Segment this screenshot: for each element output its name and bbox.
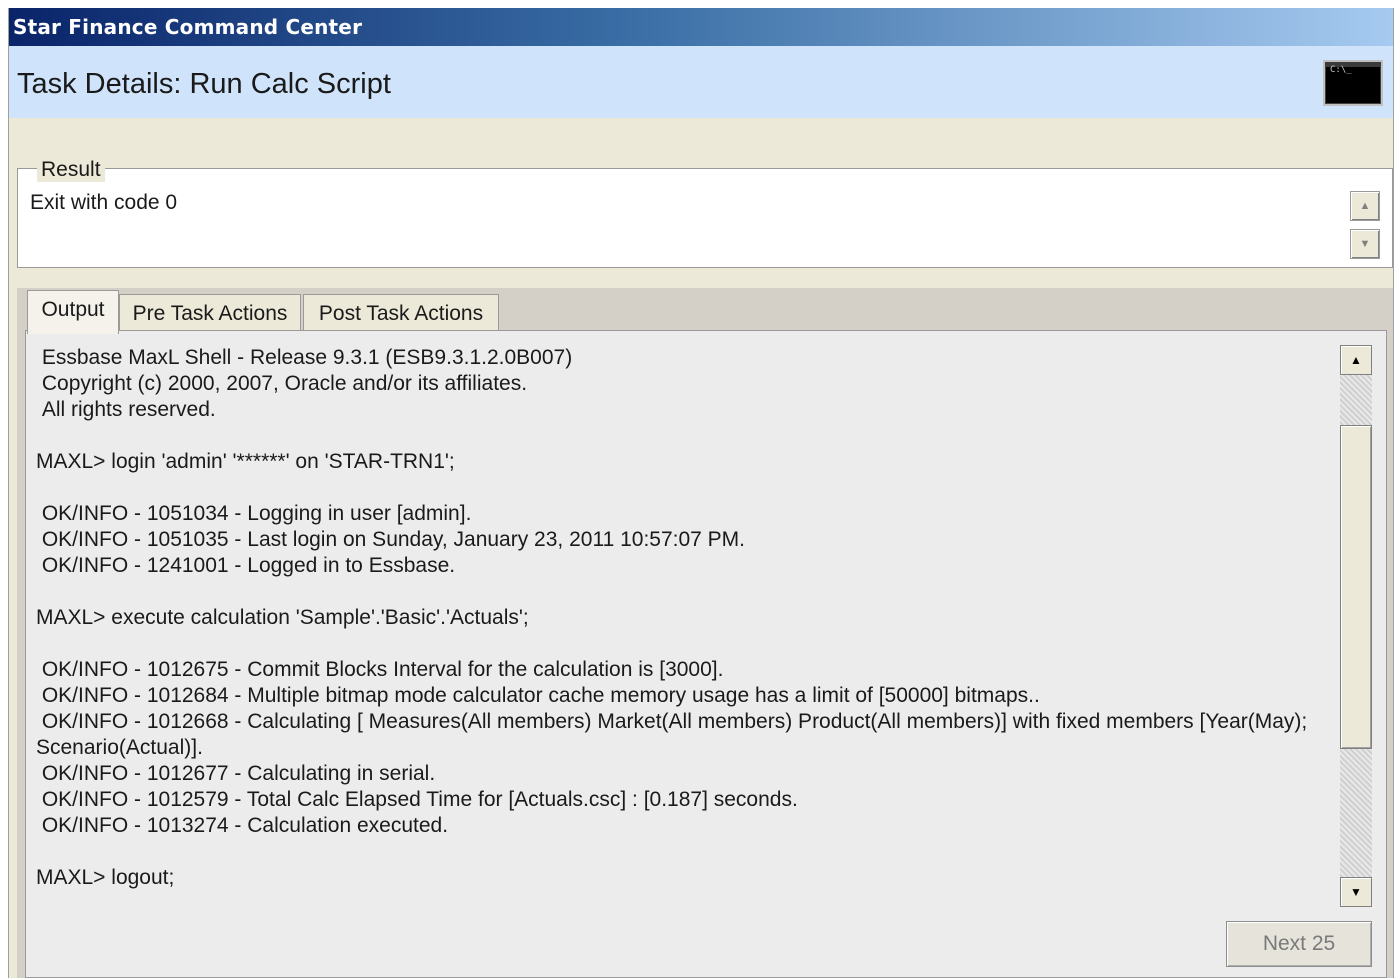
output-line: OK/INFO - 1051034 - Logging in user [adm… bbox=[36, 502, 472, 525]
result-legend: Result bbox=[37, 158, 105, 182]
output-log: Essbase MaxL Shell - Release 9.3.1 (ESB9… bbox=[36, 345, 1326, 891]
output-line: OK/INFO - 1012668 - Calculating [ Measur… bbox=[36, 710, 1308, 733]
tab-output[interactable]: Output bbox=[27, 290, 119, 334]
output-line: OK/INFO - 1012579 - Total Calc Elapsed T… bbox=[36, 788, 798, 811]
console-icon: C:\_ bbox=[1323, 60, 1383, 106]
output-scrollbar[interactable]: ▲ ▼ bbox=[1340, 345, 1372, 907]
app-window: Star Finance Command Center Task Details… bbox=[8, 8, 1394, 978]
output-line: All rights reserved. bbox=[36, 398, 216, 421]
console-prompt-text: C:\_ bbox=[1330, 65, 1352, 75]
task-header: Task Details: Run Calc Script C:\_ bbox=[9, 46, 1393, 118]
result-group: Exit with code 0 ▲ ▼ bbox=[17, 168, 1393, 268]
page-title: Task Details: Run Calc Script bbox=[17, 68, 391, 100]
tab-container: Output Pre Task Actions Post Task Action… bbox=[17, 288, 1393, 978]
output-line: Essbase MaxL Shell - Release 9.3.1 (ESB9… bbox=[36, 346, 573, 369]
output-line: Scenario(Actual)]. bbox=[36, 736, 203, 759]
output-line: MAXL> execute calculation 'Sample'.'Basi… bbox=[36, 606, 529, 629]
output-line: MAXL> login 'admin' '******' on 'STAR-TR… bbox=[36, 450, 455, 473]
output-panel: Essbase MaxL Shell - Release 9.3.1 (ESB9… bbox=[25, 330, 1387, 978]
output-line: OK/INFO - 1012684 - Multiple bitmap mode… bbox=[36, 684, 1040, 707]
scroll-thumb[interactable] bbox=[1340, 425, 1372, 749]
output-line: OK/INFO - 1012677 - Calculating in seria… bbox=[36, 762, 436, 785]
output-line: OK/INFO - 1013274 - Calculation executed… bbox=[36, 814, 449, 837]
scroll-up-button[interactable]: ▲ bbox=[1340, 345, 1372, 375]
result-text: Exit with code 0 bbox=[30, 191, 178, 214]
output-line: OK/INFO - 1051035 - Last login on Sunday… bbox=[36, 528, 745, 551]
result-scroll-down-button[interactable]: ▼ bbox=[1350, 229, 1380, 259]
window-title: Star Finance Command Center bbox=[9, 8, 1393, 46]
output-line: OK/INFO - 1241001 - Logged in to Essbase… bbox=[36, 554, 456, 577]
tab-post-task-actions[interactable]: Post Task Actions bbox=[303, 294, 499, 332]
output-line: OK/INFO - 1012675 - Commit Blocks Interv… bbox=[36, 658, 724, 681]
tab-pre-task-actions[interactable]: Pre Task Actions bbox=[119, 294, 301, 332]
output-line: MAXL> logout; bbox=[36, 866, 175, 889]
output-line: Copyright (c) 2000, 2007, Oracle and/or … bbox=[36, 372, 528, 395]
next-25-button[interactable]: Next 25 bbox=[1226, 921, 1372, 967]
result-scroll-up-button[interactable]: ▲ bbox=[1350, 191, 1380, 221]
scroll-down-button[interactable]: ▼ bbox=[1340, 877, 1372, 907]
